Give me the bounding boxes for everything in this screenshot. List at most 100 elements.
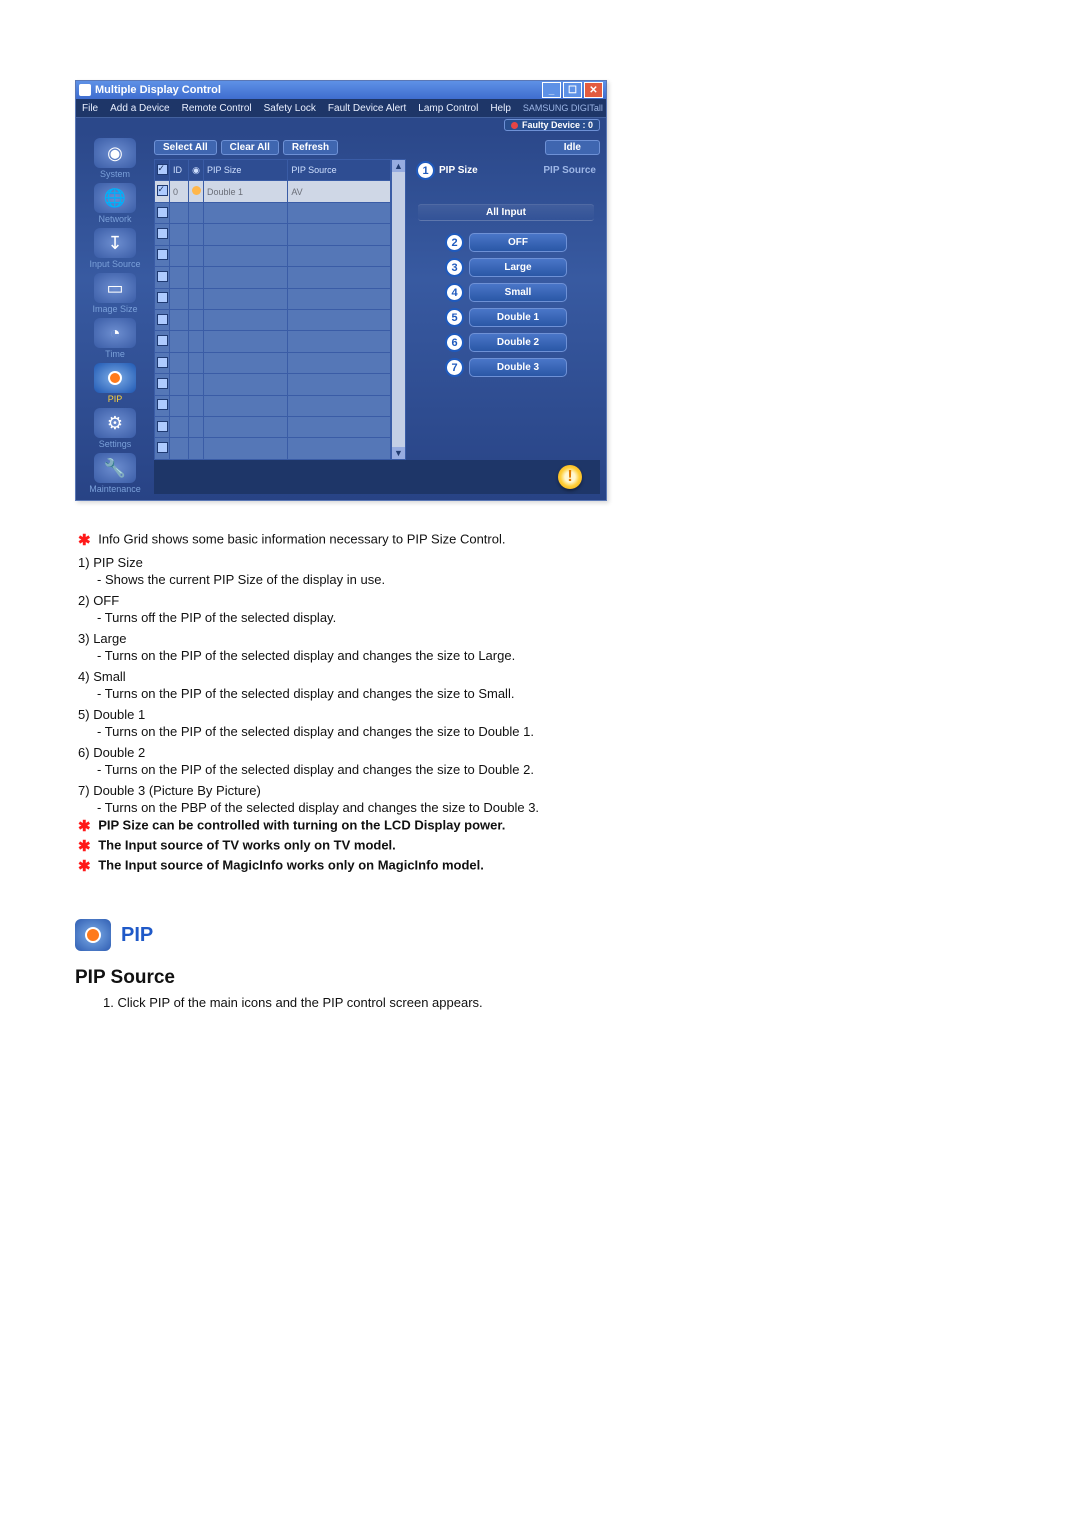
sidebar-item-image-size[interactable]: ▭ Image Size xyxy=(85,273,145,314)
checkbox-icon[interactable] xyxy=(157,164,168,175)
table-row[interactable] xyxy=(155,417,391,438)
table-row[interactable]: 0 Double 1 AV xyxy=(155,181,391,202)
star-icon: ✱ xyxy=(78,818,91,835)
cell-pip-source: AV xyxy=(288,181,391,202)
sidebar-label: Input Source xyxy=(85,259,145,269)
callout-5: 5 xyxy=(445,308,464,327)
row-checkbox[interactable] xyxy=(157,207,168,218)
menu-lamp-control[interactable]: Lamp Control xyxy=(418,103,478,114)
header-checkbox-col[interactable] xyxy=(155,160,170,181)
refresh-button[interactable]: Refresh xyxy=(283,140,338,155)
callout-1: 1 xyxy=(416,161,435,180)
table-row[interactable] xyxy=(155,245,391,266)
double1-button[interactable]: Double 1 xyxy=(469,308,567,327)
row-checkbox[interactable] xyxy=(157,185,168,196)
off-button[interactable]: OFF xyxy=(469,233,567,252)
table-row[interactable] xyxy=(155,374,391,395)
app-icon xyxy=(79,84,91,96)
menu-remote-control[interactable]: Remote Control xyxy=(182,103,252,114)
header-pip-source[interactable]: PIP Source xyxy=(288,160,391,181)
large-button[interactable]: Large xyxy=(469,258,567,277)
header-id[interactable]: ID xyxy=(170,160,189,181)
table-row[interactable] xyxy=(155,267,391,288)
row-checkbox[interactable] xyxy=(157,249,168,260)
menu-fault-device-alert[interactable]: Fault Device Alert xyxy=(328,103,406,114)
item-desc: - Turns on the PIP of the selected displ… xyxy=(97,724,715,739)
cell-id: 0 xyxy=(170,181,189,202)
sidebar-label: Time xyxy=(85,349,145,359)
pip-size-label: PIP Size xyxy=(439,165,478,176)
sidebar-item-input-source[interactable]: ↧ Input Source xyxy=(85,228,145,269)
item-title: Double 2 xyxy=(93,745,145,760)
row-checkbox[interactable] xyxy=(157,292,168,303)
table-row[interactable] xyxy=(155,224,391,245)
table-row[interactable] xyxy=(155,395,391,416)
row-checkbox[interactable] xyxy=(157,378,168,389)
item-desc: - Turns on the PIP of the selected displ… xyxy=(97,648,715,663)
item-desc: - Turns on the PBP of the selected displ… xyxy=(97,800,715,815)
sidebar-item-time[interactable]: ◔ Time xyxy=(85,318,145,359)
sidebar-item-pip[interactable]: PIP xyxy=(85,363,145,404)
double3-button[interactable]: Double 3 xyxy=(469,358,567,377)
brand-label: SAMSUNG DIGITall xyxy=(523,103,603,113)
row-checkbox[interactable] xyxy=(157,228,168,239)
double2-button[interactable]: Double 2 xyxy=(469,333,567,352)
clear-all-button[interactable]: Clear All xyxy=(221,140,279,155)
row-checkbox[interactable] xyxy=(157,271,168,282)
sidebar-item-network[interactable]: 🌐 Network xyxy=(85,183,145,224)
grid-toolbar: Select All Clear All Refresh Idle xyxy=(154,138,600,159)
callout-3: 3 xyxy=(445,258,464,277)
table-row[interactable] xyxy=(155,309,391,330)
grid-scrollbar[interactable]: ▲ ▼ xyxy=(391,159,406,460)
table-row[interactable] xyxy=(155,288,391,309)
settings-icon: ⚙ xyxy=(94,408,136,438)
sidebar-label: Image Size xyxy=(85,304,145,314)
header-pip-size[interactable]: PIP Size xyxy=(204,160,288,181)
sidebar-label: Network xyxy=(85,214,145,224)
step-text: 1. Click PIP of the main icons and the P… xyxy=(103,995,1040,1010)
table-row[interactable] xyxy=(155,202,391,223)
table-row[interactable] xyxy=(155,352,391,373)
small-button[interactable]: Small xyxy=(469,283,567,302)
info-grid[interactable]: ID ◉ PIP Size PIP Source 0 Double 1 xyxy=(154,159,391,460)
pip-source-label: PIP Source xyxy=(543,165,596,176)
sidebar-label: Maintenance xyxy=(85,484,145,494)
item-num: 5) xyxy=(78,707,90,722)
select-all-button[interactable]: Select All xyxy=(154,140,217,155)
table-row[interactable] xyxy=(155,438,391,460)
callout-2: 2 xyxy=(445,233,464,252)
item-title: PIP Size xyxy=(93,555,143,570)
maximize-button[interactable]: ☐ xyxy=(563,82,582,98)
window-title: Multiple Display Control xyxy=(95,84,221,96)
scroll-up-icon[interactable]: ▲ xyxy=(392,160,405,172)
table-row[interactable] xyxy=(155,331,391,352)
cell-pip-size: Double 1 xyxy=(204,181,288,202)
row-checkbox[interactable] xyxy=(157,421,168,432)
scroll-down-icon[interactable]: ▼ xyxy=(392,447,405,459)
row-checkbox[interactable] xyxy=(157,357,168,368)
row-checkbox[interactable] xyxy=(157,399,168,410)
idle-status: Idle xyxy=(545,140,600,155)
header-status-col[interactable]: ◉ xyxy=(189,160,204,181)
note-text: The Input source of TV works only on TV … xyxy=(98,837,396,852)
menu-add-device[interactable]: Add a Device xyxy=(110,103,169,114)
row-checkbox[interactable] xyxy=(157,335,168,346)
sidebar-item-maintenance[interactable]: 🔧 Maintenance xyxy=(85,453,145,494)
all-input-label: All Input xyxy=(418,204,594,221)
row-checkbox[interactable] xyxy=(157,314,168,325)
faulty-device-badge: Faulty Device : 0 xyxy=(504,119,600,131)
image-size-icon: ▭ xyxy=(94,273,136,303)
item-num: 2) xyxy=(78,593,90,608)
footer-bar: ! xyxy=(154,460,600,494)
menu-safety-lock[interactable]: Safety Lock xyxy=(264,103,316,114)
menu-help[interactable]: Help xyxy=(490,103,511,114)
input-source-icon: ↧ xyxy=(94,228,136,258)
item-num: 7) xyxy=(78,783,90,798)
section-label: PIP xyxy=(75,919,1040,951)
row-checkbox[interactable] xyxy=(157,442,168,453)
minimize-button[interactable]: _ xyxy=(542,82,561,98)
close-button[interactable]: ✕ xyxy=(584,82,603,98)
sidebar-item-system[interactable]: ◉ System xyxy=(85,138,145,179)
sidebar-item-settings[interactable]: ⚙ Settings xyxy=(85,408,145,449)
menu-file[interactable]: File xyxy=(82,103,98,114)
